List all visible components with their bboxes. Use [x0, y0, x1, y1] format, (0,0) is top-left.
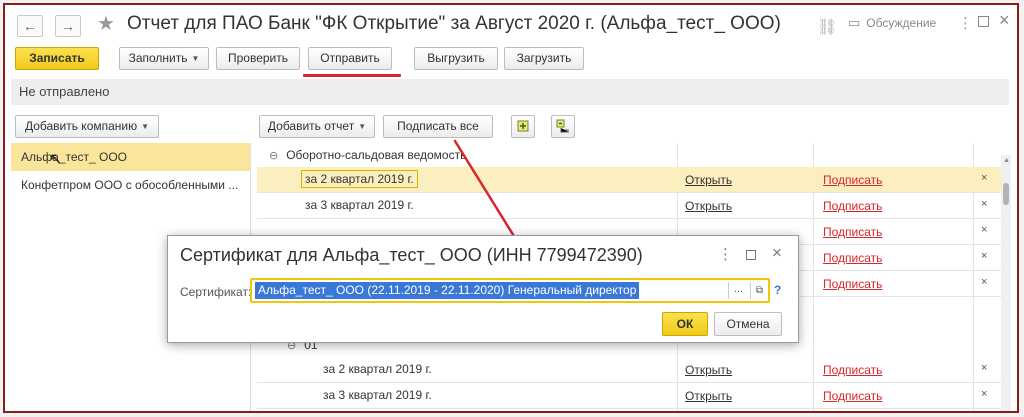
dialog-close-icon[interactable]: × [772, 243, 782, 263]
dialog-more-icon[interactable]: ⋮ [718, 245, 733, 263]
open-certificate-icon[interactable]: ⧉ [750, 282, 768, 299]
annotation-arrow [453, 139, 519, 243]
dialog-maximize-icon[interactable] [746, 250, 756, 260]
ok-button[interactable]: ОК [662, 312, 708, 336]
certificate-dialog: Сертификат для Альфа_тест_ ООО (ИНН 7799… [167, 235, 799, 343]
app-window: ← → ★ Отчет для ПАО Банк "ФК Открытие" з… [3, 3, 1019, 413]
certificate-label: Сертификат: [180, 285, 252, 299]
certificate-field[interactable]: Альфа_тест_ ООО (22.11.2019 - 22.11.2020… [250, 278, 770, 303]
choose-certificate-button[interactable]: ... [728, 282, 748, 299]
dialog-title: Сертификат для Альфа_тест_ ООО (ИНН 7799… [180, 245, 643, 265]
cancel-button[interactable]: Отмена [714, 312, 782, 336]
certificate-value: Альфа_тест_ ООО (22.11.2019 - 22.11.2020… [255, 282, 640, 299]
help-icon[interactable]: ? [774, 283, 781, 297]
